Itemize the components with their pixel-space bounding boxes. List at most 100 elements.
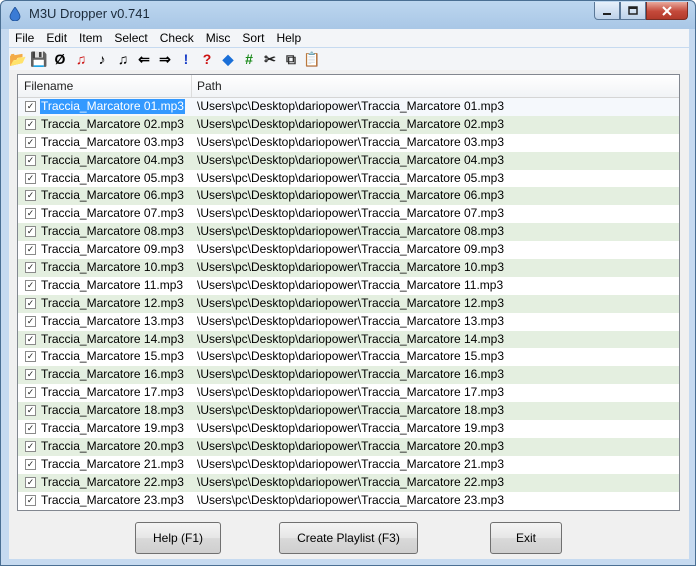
row-checkbox[interactable]: ✓ — [25, 387, 36, 399]
table-row[interactable]: ✓ Traccia_Marcatore 04.mp3 \Users\pc\Deskt… — [18, 151, 679, 170]
filename-cell: Traccia_Marcatore 07.mp3 — [41, 206, 184, 221]
row-checkbox[interactable]: ✓ — [25, 101, 36, 112]
open-folder-icon: 📂 — [9, 51, 27, 67]
row-checkbox[interactable]: ✓ — [25, 440, 36, 452]
toolbar: 📂 💾 Ø ♫ ♪ ♫ ⇐ ⇒!? ◆ # ✂ ⧉ 📋 — [9, 48, 689, 70]
row-checkbox[interactable]: ✓ — [25, 279, 36, 291]
menu-misc[interactable]: Misc — [200, 31, 237, 45]
playlist-list[interactable]: Filename Path ✓ Traccia_Marcatore 01.mp3 \… — [17, 74, 680, 511]
table-row[interactable]: ✓ Traccia_Marcatore 11.mp3 \Users\pc\Deskt… — [18, 277, 679, 295]
arrow-right-button[interactable]: ⇒ — [156, 50, 174, 68]
table-row[interactable]: ✓ Traccia_Marcatore 17.mp3 \Users\pc\Deskt… — [18, 384, 679, 402]
table-row[interactable]: ✓ Traccia_Marcatore 08.mp3 \Users\pc\Deskt… — [18, 223, 679, 242]
row-checkbox[interactable]: ✓ — [25, 136, 36, 148]
row-checkbox[interactable]: ✓ — [25, 208, 36, 220]
row-checkbox[interactable]: ✓ — [25, 118, 36, 130]
open-folder-button[interactable]: 📂 — [9, 50, 27, 68]
maximize-icon — [628, 5, 638, 15]
filename-cell: Traccia_Marcatore 23.mp3 — [41, 492, 184, 507]
paste-button[interactable]: 📋 — [303, 50, 321, 68]
path-cell: \Users\pc\Desktop\dariopower\Traccia_Mar… — [197, 313, 505, 328]
table-row[interactable]: ✓ Traccia_Marcatore 19.mp3 \Users\pc\Deskt… — [18, 420, 679, 438]
arrow-left-button[interactable]: ⇐ — [135, 50, 153, 68]
table-row[interactable]: ✓ Traccia_Marcatore 10.mp3 \Users\pc\Deskt… — [18, 259, 679, 277]
close-button[interactable] — [646, 2, 688, 20]
path-cell: \Users\pc\Desktop\dariopower\Traccia_Mar… — [197, 116, 505, 131]
row-checkbox[interactable]: ✓ — [25, 494, 36, 506]
help-button[interactable]: Help (F1) — [135, 522, 221, 554]
minimize-button[interactable] — [594, 2, 620, 20]
column-header-filename[interactable]: Filename — [24, 79, 73, 93]
diamond-button[interactable]: ◆ — [219, 50, 237, 68]
table-row[interactable]: ✓ Traccia_Marcatore 12.mp3 \Users\pc\Deskt… — [18, 294, 679, 313]
copy-button[interactable]: ⧉ — [282, 50, 300, 68]
scissors-button[interactable]: ✂ — [261, 50, 279, 68]
client-area: Filename Path ✓ Traccia_Marcatore 01.mp3 \… — [9, 70, 689, 559]
hash-button[interactable]: # — [240, 50, 258, 68]
clear-button[interactable]: Ø — [51, 50, 69, 68]
menu-help[interactable]: Help — [270, 31, 307, 45]
table-row[interactable]: ✓ Traccia_Marcatore 23.mp3 \Users\pc\Deskt… — [18, 492, 679, 510]
music-note-red-icon: ♫ — [75, 51, 87, 67]
table-row[interactable]: ✓ Traccia_Marcatore 09.mp3 \Users\pc\Deskt… — [18, 241, 679, 259]
save-icon: 💾 — [30, 51, 48, 67]
music-note-button[interactable]: ♪ — [93, 50, 111, 68]
table-row[interactable]: ✓ Traccia_Marcatore 15.mp3 \Users\pc\Deskt… — [18, 348, 679, 366]
row-checkbox[interactable]: ✓ — [25, 405, 36, 417]
menu-check[interactable]: Check — [154, 31, 200, 45]
menu-sort[interactable]: Sort — [236, 31, 270, 45]
path-cell: \Users\pc\Desktop\dariopower\Traccia_Mar… — [197, 295, 505, 310]
save-button[interactable]: 💾 — [30, 50, 48, 68]
table-row[interactable]: ✓ Traccia_Marcatore 02.mp3 \Users\pc\Deskt… — [18, 115, 679, 134]
menu-item[interactable]: Item — [73, 31, 108, 45]
window-title: M3U Dropper v0.741 — [29, 6, 150, 21]
title-bar[interactable]: M3U Dropper v0.741 — [1, 1, 695, 28]
column-header-path[interactable]: Path — [197, 79, 222, 93]
table-row[interactable]: ✓ Traccia_Marcatore 03.mp3 \Users\pc\Deskt… — [18, 134, 679, 152]
row-checkbox[interactable]: ✓ — [25, 423, 36, 435]
row-checkbox[interactable]: ✓ — [25, 369, 36, 381]
column-separator[interactable] — [191, 75, 192, 97]
row-checkbox[interactable]: ✓ — [25, 297, 36, 309]
table-row[interactable]: ✓ Traccia_Marcatore 20.mp3 \Users\pc\Deskt… — [18, 437, 679, 456]
music-note-red-button[interactable]: ♫ — [72, 50, 90, 68]
filename-cell: Traccia_Marcatore 03.mp3 — [41, 134, 184, 149]
menu-select[interactable]: Select — [108, 31, 153, 45]
table-row[interactable]: ✓ Traccia_Marcatore 16.mp3 \Users\pc\Deskt… — [18, 366, 679, 385]
path-cell: \Users\pc\Desktop\dariopower\Traccia_Mar… — [197, 421, 505, 436]
table-row[interactable]: ✓ Traccia_Marcatore 21.mp3 \Users\pc\Deskt… — [18, 456, 679, 474]
question-button[interactable]: ? — [198, 50, 216, 68]
row-checkbox[interactable]: ✓ — [25, 154, 36, 166]
table-row[interactable]: ✓ Traccia_Marcatore 01.mp3 \Users\pc\Deskt… — [18, 98, 679, 116]
row-checkbox[interactable]: ✓ — [25, 226, 36, 238]
exclamation-button[interactable]: ! — [177, 50, 195, 68]
menu-edit[interactable]: Edit — [40, 31, 73, 45]
row-checkbox[interactable]: ✓ — [25, 315, 36, 327]
row-checkbox[interactable]: ✓ — [25, 333, 36, 345]
path-cell: \Users\pc\Desktop\dariopower\Traccia_Mar… — [197, 331, 505, 346]
row-checkbox[interactable]: ✓ — [25, 351, 36, 363]
row-checkbox[interactable]: ✓ — [25, 262, 36, 274]
table-row[interactable]: ✓ Traccia_Marcatore 06.mp3 \Users\pc\Deskt… — [18, 187, 679, 206]
table-row[interactable]: ✓ Traccia_Marcatore 13.mp3 \Users\pc\Deskt… — [18, 313, 679, 331]
table-row[interactable]: ✓ Traccia_Marcatore 14.mp3 \Users\pc\Deskt… — [18, 330, 679, 349]
scissors-icon: ✂ — [264, 51, 276, 67]
row-checkbox[interactable]: ✓ — [25, 244, 36, 256]
row-checkbox[interactable]: ✓ — [25, 190, 36, 202]
row-checkbox[interactable]: ✓ — [25, 476, 36, 488]
exit-button[interactable]: Exit — [490, 522, 562, 554]
path-cell: \Users\pc\Desktop\dariopower\Traccia_Mar… — [197, 349, 505, 364]
table-row[interactable]: ✓ Traccia_Marcatore 07.mp3 \Users\pc\Deskt… — [18, 205, 679, 223]
maximize-button[interactable] — [620, 2, 646, 20]
menu-file[interactable]: File — [9, 31, 40, 45]
filename-cell: Traccia_Marcatore 09.mp3 — [41, 242, 184, 257]
table-row[interactable]: ✓ Traccia_Marcatore 05.mp3 \Users\pc\Deskt… — [18, 170, 679, 188]
row-checkbox[interactable]: ✓ — [25, 172, 36, 184]
music-note-add-icon: ♫ — [117, 51, 129, 67]
table-row[interactable]: ✓ Traccia_Marcatore 22.mp3 \Users\pc\Deskt… — [18, 473, 679, 492]
paste-icon: 📋 — [303, 51, 321, 67]
music-note-add-button[interactable]: ♫ — [114, 50, 132, 68]
row-checkbox[interactable]: ✓ — [25, 458, 36, 470]
create-playlist-button[interactable]: Create Playlist (F3) — [279, 522, 418, 554]
table-row[interactable]: ✓ Traccia_Marcatore 18.mp3 \Users\pc\Deskt… — [18, 402, 679, 421]
